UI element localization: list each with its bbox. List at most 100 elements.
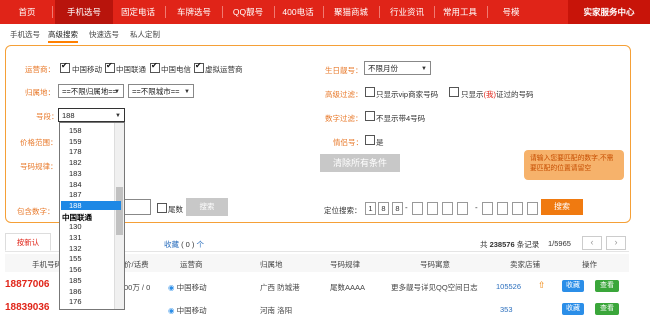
checkbox-virtual[interactable] xyxy=(194,61,204,73)
dropdown-option[interactable]: 131 xyxy=(69,233,82,242)
seller-center-button[interactable]: 实家服务中心 xyxy=(568,0,650,24)
position-digit-input[interactable] xyxy=(442,202,453,215)
operator-label: 运营商： xyxy=(25,65,55,74)
dropdown-option[interactable]: 187 xyxy=(69,190,82,199)
nav-fixed-phone[interactable]: 固定电话 xyxy=(113,0,163,24)
subtab-custom[interactable]: 私人定制 xyxy=(130,29,160,40)
nav-news[interactable]: 行业资讯 xyxy=(381,0,433,24)
position-digit-input[interactable] xyxy=(427,202,438,215)
nav-tools[interactable]: 常用工具 xyxy=(435,0,485,24)
position-digit-input[interactable] xyxy=(497,202,508,215)
verified-only-checkbox[interactable] xyxy=(449,87,459,97)
dropdown-scrollbar[interactable] xyxy=(114,123,124,309)
nav-template[interactable]: 号模 xyxy=(490,0,532,24)
contains-input[interactable] xyxy=(124,199,151,215)
row1-price: 00万 / 0 xyxy=(124,283,151,292)
row1-shop[interactable]: 105526 xyxy=(496,282,521,291)
nav-qq[interactable]: QQ靓号 xyxy=(223,0,273,24)
dropdown-option[interactable]: 158 xyxy=(69,126,82,135)
next-page-button[interactable]: › xyxy=(606,236,626,250)
dropdown-option[interactable]: 176 xyxy=(69,297,82,306)
segment-dropdown-list[interactable]: 158 159 178 182 183 184 187 188 中国联通 130 131 132 155… xyxy=(59,122,125,310)
vip-only-checkbox[interactable] xyxy=(365,87,375,97)
tail-checkbox[interactable] xyxy=(157,203,167,213)
row2-number[interactable]: 18839036 xyxy=(5,302,50,313)
dropdown-option[interactable]: 155 xyxy=(69,254,82,263)
verified-label-a: 只显示 xyxy=(461,90,484,99)
tab-newest[interactable]: 按新认 xyxy=(5,233,51,251)
segment-select[interactable]: 188 ▼ xyxy=(58,108,125,122)
verified-only-label: 只显示(我)证过的号码 xyxy=(461,89,534,100)
nav-divider xyxy=(379,6,380,18)
province-select[interactable]: ==不限归属地== ▼ xyxy=(58,84,124,98)
city-select[interactable]: ==不限城市== ▼ xyxy=(128,84,194,98)
dropdown-option[interactable]: 130 xyxy=(69,222,82,231)
segment-value: 188 xyxy=(62,111,75,120)
chevron-down-icon: ▼ xyxy=(115,113,121,119)
dropdown-option[interactable]: 178 xyxy=(69,147,82,156)
position-digit-input[interactable] xyxy=(457,202,468,215)
position-digit-input[interactable] xyxy=(412,202,423,215)
chevron-down-icon: ▼ xyxy=(184,89,190,95)
row1-region: 广西 防城港 xyxy=(260,283,300,292)
prev-page-button[interactable]: ‹ xyxy=(582,236,602,250)
position-search-button[interactable]: 搜索 xyxy=(541,199,583,215)
region-label: 归属地： xyxy=(25,88,55,97)
nav-mobile-select[interactable]: 手机选号 xyxy=(55,0,113,24)
verified-label-b: (我) xyxy=(483,90,497,99)
dropdown-option[interactable]: 184 xyxy=(69,180,82,189)
dropdown-option[interactable]: 183 xyxy=(69,169,82,178)
nav-home[interactable]: 首页 xyxy=(6,0,48,24)
checkbox-mobile[interactable] xyxy=(60,61,70,73)
favorites-link[interactable]: 收藏 ( 0 ) 个 xyxy=(164,239,204,250)
checkbox-unicom[interactable] xyxy=(105,61,115,73)
nav-mall[interactable]: 聚猫商城 xyxy=(325,0,377,24)
dropdown-option[interactable]: 185 xyxy=(69,276,82,285)
nav-plate-select[interactable]: 车牌选号 xyxy=(168,0,220,24)
city-value: ==不限城市== xyxy=(132,87,180,96)
row1-view-button[interactable]: 查看 xyxy=(595,280,619,292)
row2-favorite-button[interactable]: 收藏 xyxy=(562,303,584,315)
position-digit-input[interactable] xyxy=(527,202,538,215)
subtab-advanced[interactable]: 高级搜索 xyxy=(48,29,78,43)
subtab-mobile[interactable]: 手机选号 xyxy=(10,29,40,40)
nav-divider xyxy=(487,6,488,18)
row1-favorite-button[interactable]: 收藏 xyxy=(562,280,584,292)
advanced-filter-label: 高级过滤： xyxy=(325,90,363,99)
vip-only-label: 只显示vip商家号码 xyxy=(376,90,439,99)
lovers-option: 是 xyxy=(376,138,384,147)
verified-label-c: 证过的号码 xyxy=(496,90,534,99)
col-rule: 号码规律 xyxy=(330,260,360,269)
row2-view-button[interactable]: 查看 xyxy=(595,303,619,315)
row1-meaning: 更多靓号详见QQ空间日志 xyxy=(391,283,478,292)
position-digit-input[interactable]: 8 xyxy=(378,202,389,215)
birthday-label: 生日靓号： xyxy=(325,66,363,75)
dropdown-option[interactable]: 182 xyxy=(69,158,82,167)
favorites-label: 收藏 xyxy=(164,240,179,249)
dropdown-option[interactable]: 188 xyxy=(61,200,121,210)
dropdown-option[interactable]: 186 xyxy=(69,287,82,296)
dropdown-option[interactable]: 156 xyxy=(69,265,82,274)
position-digit-input[interactable]: 1 xyxy=(365,202,376,215)
operator-virtual-label: 虚拟运营商 xyxy=(205,65,243,74)
lovers-checkbox[interactable] xyxy=(365,135,375,145)
position-search-label: 定位搜索： xyxy=(324,206,362,215)
contains-search-button[interactable]: 搜索 xyxy=(186,198,228,216)
position-digit-input[interactable] xyxy=(512,202,523,215)
birthday-select[interactable]: 不限月份 ▼ xyxy=(364,61,431,75)
row2-operator: ◉ 中国移动 xyxy=(168,305,207,316)
total-prefix: 共 xyxy=(480,240,488,249)
page-indicator: 1/5965 xyxy=(548,239,571,248)
position-digit-input[interactable] xyxy=(482,202,493,215)
dropdown-scroll-thumb[interactable] xyxy=(116,187,123,235)
checkbox-telecom[interactable] xyxy=(150,61,160,73)
dropdown-option[interactable]: 159 xyxy=(69,137,82,146)
row1-number[interactable]: 18877006 xyxy=(5,279,50,290)
clear-conditions-button[interactable]: 清除所有条件 xyxy=(320,154,400,172)
no-four-checkbox[interactable] xyxy=(365,111,375,121)
subtab-quick[interactable]: 快速选号 xyxy=(89,29,119,40)
nav-400[interactable]: 400电话 xyxy=(275,0,321,24)
position-digit-input[interactable]: 8 xyxy=(392,202,403,215)
nav-divider xyxy=(323,6,324,18)
dropdown-option[interactable]: 132 xyxy=(69,244,82,253)
